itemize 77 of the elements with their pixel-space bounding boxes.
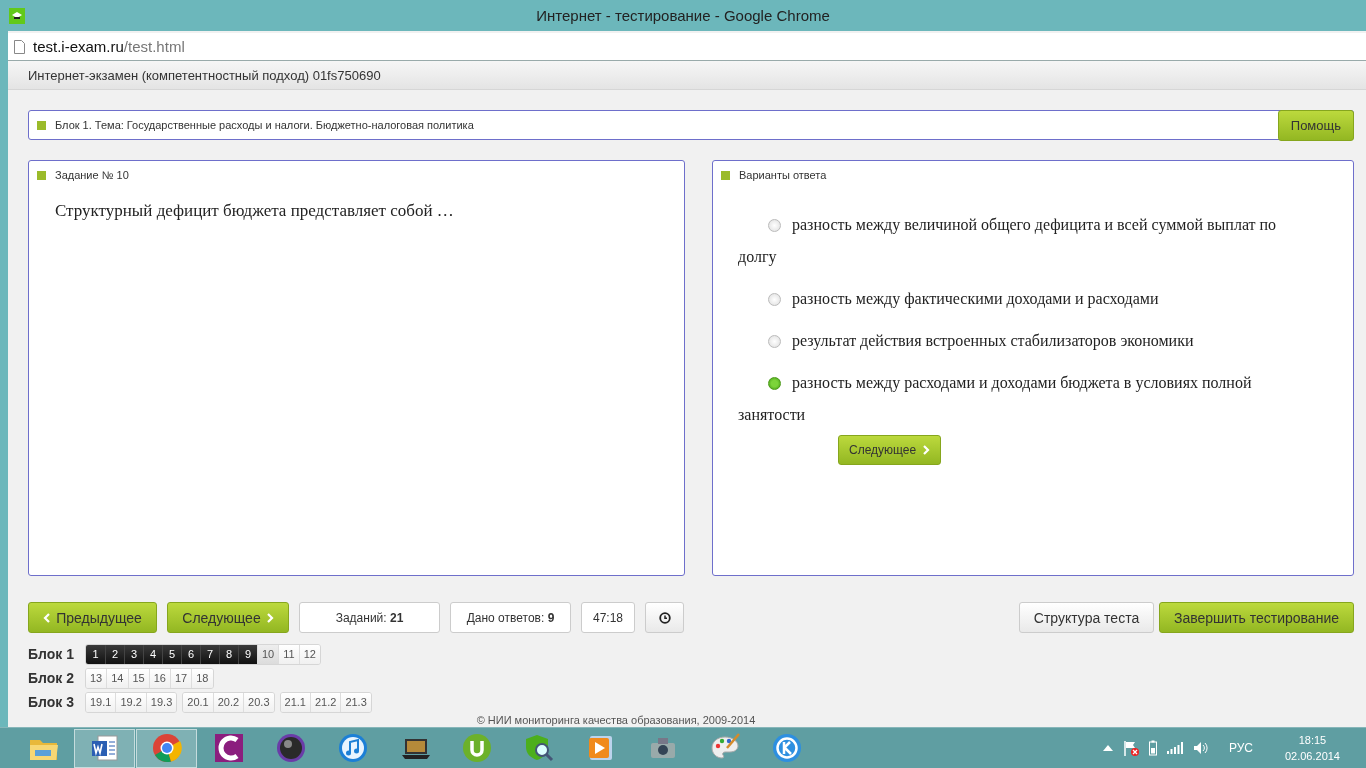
task-number[interactable]: 20.1 xyxy=(183,692,213,712)
crescent-icon xyxy=(212,732,245,764)
answered-count: Дано ответов: 9 xyxy=(450,602,571,633)
browser-icon xyxy=(150,732,183,764)
structure-button[interactable]: Структура теста xyxy=(1019,602,1154,633)
task-number[interactable]: 16 xyxy=(148,668,170,688)
bullet-icon xyxy=(721,170,730,180)
task-number[interactable]: 20.2 xyxy=(212,692,244,712)
hook-circle-icon xyxy=(460,732,493,764)
option-text[interactable]: разность между фактическими доходами и расходами xyxy=(738,283,1315,315)
task-number[interactable]: 9 xyxy=(238,644,257,664)
help-button[interactable]: Помощь xyxy=(1277,109,1354,141)
task-number[interactable]: 2 xyxy=(105,644,124,664)
finish-button[interactable]: Завершить тестирование xyxy=(1159,602,1354,633)
task-number[interactable]: 14 xyxy=(106,668,128,688)
option-text[interactable]: результат действия встроенных стабилизаторов экономики xyxy=(738,325,1315,357)
task-number[interactable]: 12 xyxy=(298,644,320,664)
task-number[interactable]: 13 xyxy=(86,668,107,688)
option-text[interactable]: разность между величиной общего дефицита и всей суммой выплат по долгу xyxy=(738,209,1315,273)
radio-button[interactable] xyxy=(768,219,781,232)
answers-heading: Варианты ответа xyxy=(739,169,827,181)
task-number[interactable]: 6 xyxy=(181,644,200,664)
task-number[interactable]: 20.3 xyxy=(243,692,274,712)
task-number[interactable]: 15 xyxy=(127,668,149,688)
previous-button[interactable]: Предыдущее xyxy=(28,602,157,633)
bullet-icon xyxy=(37,170,46,180)
next-button[interactable]: Следующее xyxy=(838,435,942,465)
task-number[interactable]: 19.3 xyxy=(145,692,177,712)
signal-icon[interactable] xyxy=(1166,742,1183,754)
option-text[interactable]: разность между расходами и доходами бюджета в условиях полной занятости xyxy=(738,367,1315,431)
radio-button[interactable] xyxy=(768,377,781,390)
clock-button[interactable] xyxy=(645,602,684,633)
block-label: Блок 3 xyxy=(28,694,75,710)
block-label: Блок 2 xyxy=(28,670,75,686)
task-number[interactable]: 21.2 xyxy=(309,692,341,712)
knob-icon xyxy=(274,732,307,764)
radio-button[interactable] xyxy=(768,293,781,306)
battery-icon[interactable] xyxy=(1148,740,1157,756)
page-header: Интернет-экзамен (компетентностный подход) 01fs750690 xyxy=(28,67,381,83)
task-number[interactable]: 21.1 xyxy=(280,692,310,712)
window-title: Интернет - тестирование - Google Chrome xyxy=(535,7,831,24)
task-number[interactable]: 5 xyxy=(162,644,181,664)
task-number[interactable]: 1 xyxy=(86,644,105,664)
task-number[interactable]: 17 xyxy=(170,668,192,688)
task-number[interactable]: 7 xyxy=(200,644,219,664)
task-number[interactable]: 8 xyxy=(219,644,238,664)
url-field[interactable]: test.i-exam.ru/test.html xyxy=(33,38,185,55)
flag-icon[interactable] xyxy=(1122,740,1139,756)
radio-button[interactable] xyxy=(768,335,781,348)
task-number[interactable]: 11 xyxy=(278,644,299,664)
copyright-text: © НИИ мониторинга качества образования, 2009-2014 xyxy=(476,714,756,726)
chevron-right-icon xyxy=(266,612,274,623)
chevron-right-icon xyxy=(923,445,931,455)
task-number[interactable]: 19.1 xyxy=(86,692,116,712)
next-button[interactable]: Следующее xyxy=(167,602,289,633)
topic-title: Блок 1. Тема: Государственные расходы и налоги. Бюджетно-налоговая политика xyxy=(55,119,475,131)
task-number[interactable]: 4 xyxy=(143,644,162,664)
task-number[interactable]: 10 xyxy=(257,644,279,664)
tasks-count: Заданий: 21 xyxy=(299,602,440,633)
chevron-left-icon xyxy=(43,612,51,623)
block-label: Блок 1 xyxy=(28,646,75,662)
task-number[interactable]: 19.2 xyxy=(115,692,146,712)
task-number[interactable]: 21.3 xyxy=(340,692,371,712)
speaker-icon[interactable] xyxy=(1192,741,1209,755)
bullet-icon xyxy=(37,120,46,130)
clock-icon xyxy=(658,611,671,624)
question-text: Структурный дефицит бюджета представляет собой … xyxy=(55,201,455,221)
music-note-icon xyxy=(336,732,369,764)
task-number[interactable]: 3 xyxy=(124,644,143,664)
caret-up-icon[interactable] xyxy=(1102,745,1113,751)
task-heading: Задание № 10 xyxy=(55,169,129,181)
ring-icon xyxy=(770,732,803,764)
app-icon xyxy=(9,7,25,24)
page-icon xyxy=(14,39,25,54)
timer: 47:18 xyxy=(581,602,635,633)
taskbar-button[interactable] xyxy=(74,728,135,768)
task-number[interactable]: 18 xyxy=(191,668,213,688)
